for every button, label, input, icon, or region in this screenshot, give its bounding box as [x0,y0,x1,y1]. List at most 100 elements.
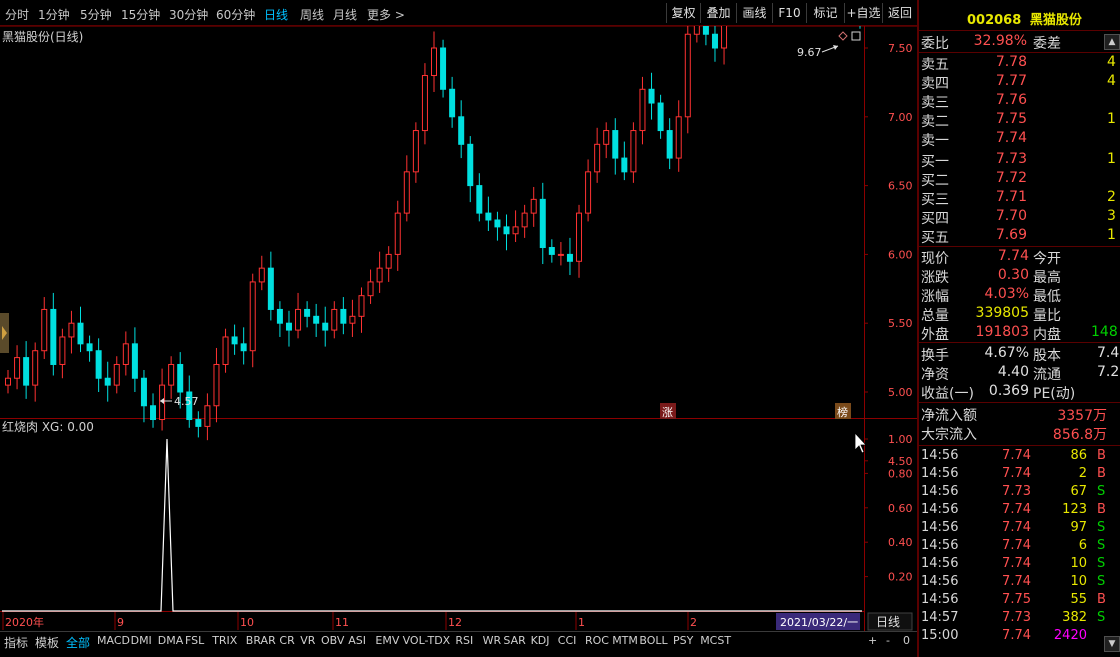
stat-label: 换手 [921,348,949,364]
ask-volume: 1 [1107,111,1116,127]
indicator-tab-dmi[interactable]: DMI [131,634,152,647]
bid-row[interactable]: 买五 7.69 1 [921,227,1116,246]
collapse-handle[interactable] [0,313,9,353]
stock-header: 002068 黑猫股份 [967,9,1082,28]
tick-volume: 123 [1062,502,1087,517]
add-watchlist-button[interactable]: +自选 [844,3,882,23]
stat-value: 191803 [975,324,1029,340]
stat-row: 总量 339805 量比 [921,305,1061,324]
bid-row[interactable]: 买一 7.73 1 [921,151,1116,170]
candle [113,356,120,394]
bid-label: 买四 [921,211,949,227]
flow-value: 3357万 [1057,408,1107,424]
candle [594,127,601,183]
square-icon[interactable] [851,31,861,41]
ask-volume: 4 [1107,54,1116,70]
period-tab-weekly[interactable]: 周线 [300,6,324,23]
zoom-out-button[interactable]: - [886,634,890,647]
bid-row[interactable]: 买三 7.71 2 [921,189,1116,208]
candle [222,328,229,373]
period-tab-60min[interactable]: 60分钟 [216,6,255,23]
fuquan-button[interactable]: 复权 [666,3,700,23]
overlay-button[interactable]: 叠加 [700,3,736,23]
scroll-up-icon[interactable]: ▲ [1104,34,1120,50]
bang-badge[interactable]: 榜 [835,403,851,419]
back-button[interactable]: 返回 [882,3,917,23]
scroll-down-icon[interactable]: ▼ [1104,636,1120,652]
candle [59,328,66,379]
indicator-tab-mcst[interactable]: MCST [700,634,731,647]
stat-row: 涨幅 4.03% 最低 [921,286,1061,305]
indicator-tab-roc[interactable]: ROC [585,634,609,647]
indicator-tab-kdj[interactable]: KDJ [531,634,550,647]
date-tick-label: 12 [448,616,462,629]
tick-row: 15:00 7.74 2420 [921,628,1087,646]
stat-value: 339805 [975,305,1029,321]
candle [458,100,465,159]
indicator-tab-mtm[interactable]: MTM [612,634,638,647]
candle [5,369,11,394]
indicator-tab-macd[interactable]: MACD [97,634,130,647]
indicator-tab-rsi[interactable]: RSI [455,634,473,647]
period-tab-30min[interactable]: 30分钟 [169,6,208,23]
diamond-icon[interactable] [838,31,848,41]
candle [285,310,292,347]
ask-row[interactable]: 卖五 7.78 4 [921,54,1116,73]
f10-button[interactable]: F10 [772,3,806,23]
period-tab-more[interactable]: 更多 > [367,6,405,23]
indicator-tab-emv[interactable]: EMV [375,634,399,647]
indicator-tab-wr[interactable]: WR [483,634,502,647]
indicator-tab-vr[interactable]: VR [300,634,315,647]
bid-row[interactable]: 买四 7.70 3 [921,208,1116,227]
period-tab-5min[interactable]: 5分钟 [80,6,112,23]
mark-button[interactable]: 标记 [806,3,844,23]
candle [367,269,374,304]
ask-row[interactable]: 卖四 7.77 4 [921,73,1116,92]
kline-chart[interactable]: 黑猫股份(日线) 9.509.008.508.007.507.006.506.0… [0,26,917,631]
zhang-badge[interactable]: 涨 [660,403,676,419]
tick-side: S [1097,556,1106,571]
period-tab-fenshi[interactable]: 分时 [5,6,29,23]
candle [50,292,57,376]
zoom-in-button[interactable]: + [868,634,877,647]
indicator-tab-fsl[interactable]: FSL [185,634,204,647]
indicator-tab-asi[interactable]: ASI [348,634,366,647]
tick-row: 14:56 7.74 97 S [921,520,1105,538]
tab-all[interactable]: 全部 [66,634,90,651]
period-tab-15min[interactable]: 15分钟 [121,6,160,23]
bid-label: 买二 [921,173,949,189]
period-tab-daily[interactable]: 日线 [264,6,288,23]
candle [585,159,592,222]
stat-label-2: 股本 [1033,348,1061,364]
ask-row[interactable]: 卖一 7.74 [921,130,1027,149]
indicator-title: 红烧肉 XG: 0.00 [2,419,94,434]
candle [340,297,347,335]
stat-label-2: 最低 [1033,289,1061,305]
indicator-tab-cr[interactable]: CR [279,634,294,647]
bid-row[interactable]: 买二 7.72 [921,170,1027,189]
draw-line-button[interactable]: 画线 [736,3,772,23]
candle [122,331,129,376]
period-tab-monthly[interactable]: 月线 [333,6,357,23]
period-label-box[interactable]: 日线 [867,612,913,631]
indicator-tab-bar: 指标 模板 全部 MACD DMI DMA FSL TRIX BRAR CR VR OBV ASI… [0,631,917,650]
ask-row[interactable]: 卖二 7.75 1 [921,111,1116,130]
reset-zoom-button[interactable]: 0 [903,634,910,647]
tab-indicator[interactable]: 指标 [4,634,28,651]
bid-price: 7.72 [995,170,1027,186]
ask-row[interactable]: 卖三 7.76 [921,92,1027,111]
tab-template[interactable]: 模板 [35,634,59,651]
candle [657,94,664,139]
indicator-tab-vol-tdx[interactable]: VOL-TDX [403,634,451,647]
svg-text:榜: 榜 [837,405,848,419]
indicator-tab-sar[interactable]: SAR [503,634,525,647]
candle [476,173,483,222]
indicator-tab-obv[interactable]: OBV [321,634,344,647]
indicator-tab-cci[interactable]: CCI [558,634,577,647]
indicator-tab-dma[interactable]: DMA [158,634,184,647]
indicator-tab-brar[interactable]: BRAR [246,634,276,647]
indicator-tab-psy[interactable]: PSY [673,634,693,647]
indicator-tab-boll[interactable]: BOLL [639,634,667,647]
period-tab-1min[interactable]: 1分钟 [38,6,70,23]
indicator-tab-trix[interactable]: TRIX [212,634,237,647]
